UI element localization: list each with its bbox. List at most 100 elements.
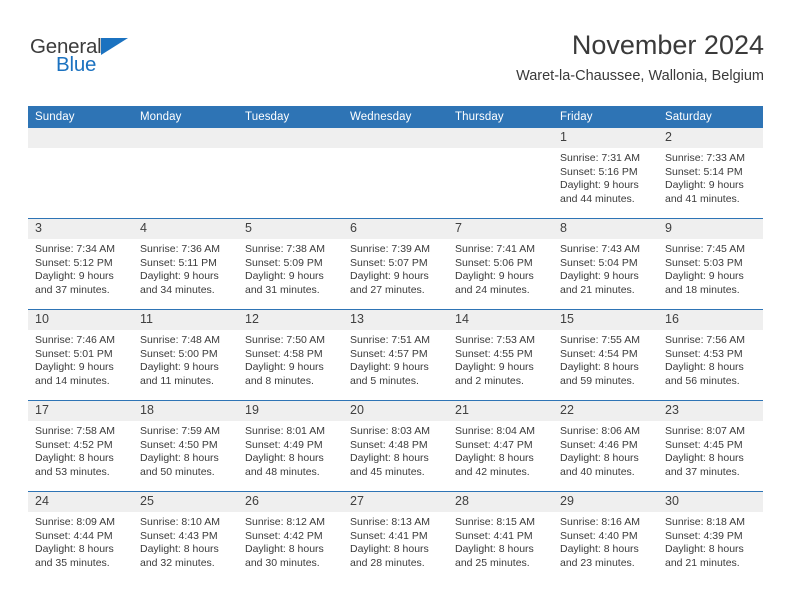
sunset-time: Sunset: 4:52 PM (35, 438, 113, 451)
daylight-duration-line1: Daylight: 8 hours (350, 452, 429, 464)
calendar-day-cell[interactable]: 4 Sunrise: 7:36 AM Sunset: 5:11 PM Daylight… (133, 218, 238, 310)
calendar-day-cell-empty (343, 128, 448, 219)
day-details: Sunrise: 8:12 AM Sunset: 4:42 PM Daylight:… (238, 512, 343, 570)
day-details: Sunrise: 7:53 AM Sunset: 4:55 PM Daylight:… (448, 330, 553, 388)
daylight-duration-line1: Daylight: 8 hours (455, 452, 534, 464)
sunrise-time: Sunrise: 7:45 AM (665, 243, 745, 255)
sunset-time: Sunset: 4:45 PM (665, 438, 743, 451)
sunset-time: Sunset: 5:03 PM (665, 256, 743, 269)
calendar-day-cell[interactable]: 1 Sunrise: 7:31 AM Sunset: 5:16 PM Daylight… (553, 128, 658, 219)
day-details: Sunrise: 8:01 AM Sunset: 4:49 PM Daylight:… (238, 421, 343, 479)
calendar-day-cell[interactable]: 22 Sunrise: 8:06 AM Sunset: 4:46 PM Dayligh… (553, 400, 658, 492)
sunset-time: Sunset: 4:44 PM (35, 529, 113, 542)
daylight-duration-line1: Daylight: 8 hours (665, 361, 744, 373)
day-number: 29 (553, 492, 658, 512)
day-details: Sunrise: 8:03 AM Sunset: 4:48 PM Daylight:… (343, 421, 448, 479)
calendar-day-cell[interactable]: 9 Sunrise: 7:45 AM Sunset: 5:03 PM Daylight… (658, 218, 763, 310)
weekday-header-wednesday: Wednesday (343, 106, 448, 128)
sunset-time: Sunset: 4:40 PM (560, 529, 638, 542)
calendar-day-cell[interactable]: 15 Sunrise: 7:55 AM Sunset: 4:54 PM Dayligh… (553, 309, 658, 401)
calendar-day-cell[interactable]: 26 Sunrise: 8:12 AM Sunset: 4:42 PM Dayligh… (238, 491, 343, 582)
sunrise-time: Sunrise: 8:12 AM (245, 516, 325, 528)
daylight-duration-line2: and 53 minutes. (35, 465, 110, 478)
calendar-day-cell[interactable]: 21 Sunrise: 8:04 AM Sunset: 4:47 PM Dayligh… (448, 400, 553, 492)
calendar-day-cell[interactable]: 17 Sunrise: 7:58 AM Sunset: 4:52 PM Dayligh… (28, 400, 133, 492)
sunset-time: Sunset: 4:39 PM (665, 529, 743, 542)
sunset-time: Sunset: 5:12 PM (35, 256, 113, 269)
sunrise-time: Sunrise: 7:33 AM (665, 152, 745, 164)
calendar-week-row: 3 Sunrise: 7:34 AM Sunset: 5:12 PM Daylight… (28, 218, 763, 310)
daylight-duration-line2: and 59 minutes. (560, 374, 635, 387)
calendar-day-cell[interactable]: 16 Sunrise: 7:56 AM Sunset: 4:53 PM Dayligh… (658, 309, 763, 401)
sunrise-time: Sunrise: 7:38 AM (245, 243, 325, 255)
sunset-time: Sunset: 4:43 PM (140, 529, 218, 542)
calendar-day-cell[interactable]: 10 Sunrise: 7:46 AM Sunset: 5:01 PM Dayligh… (28, 309, 133, 401)
calendar-day-cell[interactable]: 24 Sunrise: 8:09 AM Sunset: 4:44 PM Dayligh… (28, 491, 133, 582)
day-number: 21 (448, 401, 553, 421)
calendar-day-cell-empty (238, 128, 343, 219)
sunrise-time: Sunrise: 8:16 AM (560, 516, 640, 528)
day-number: 16 (658, 310, 763, 330)
calendar-day-cell[interactable]: 12 Sunrise: 7:50 AM Sunset: 4:58 PM Dayligh… (238, 309, 343, 401)
sunrise-sunset-calendar: Sunday Monday Tuesday Wednesday Thursday… (28, 106, 763, 582)
daylight-duration-line2: and 28 minutes. (350, 556, 425, 569)
day-details: Sunrise: 8:04 AM Sunset: 4:47 PM Daylight:… (448, 421, 553, 479)
daylight-duration-line1: Daylight: 8 hours (560, 452, 639, 464)
day-number: 12 (238, 310, 343, 330)
calendar-day-cell[interactable]: 13 Sunrise: 7:51 AM Sunset: 4:57 PM Dayligh… (343, 309, 448, 401)
daylight-duration-line2: and 5 minutes. (350, 374, 419, 387)
sunset-time: Sunset: 4:41 PM (350, 529, 428, 542)
sunset-time: Sunset: 5:06 PM (455, 256, 533, 269)
calendar-day-cell[interactable]: 6 Sunrise: 7:39 AM Sunset: 5:07 PM Daylight… (343, 218, 448, 310)
day-number: 28 (448, 492, 553, 512)
calendar-day-cell[interactable]: 27 Sunrise: 8:13 AM Sunset: 4:41 PM Dayligh… (343, 491, 448, 582)
sunrise-time: Sunrise: 7:56 AM (665, 334, 745, 346)
calendar-day-cell[interactable]: 30 Sunrise: 8:18 AM Sunset: 4:39 PM Dayligh… (658, 491, 763, 582)
daylight-duration-line1: Daylight: 8 hours (665, 543, 744, 555)
page-subtitle-location: Waret-la-Chaussee, Wallonia, Belgium (516, 68, 764, 84)
day-number: 19 (238, 401, 343, 421)
calendar-day-cell[interactable]: 5 Sunrise: 7:38 AM Sunset: 5:09 PM Daylight… (238, 218, 343, 310)
sunset-time: Sunset: 4:46 PM (560, 438, 638, 451)
calendar-day-cell[interactable]: 18 Sunrise: 7:59 AM Sunset: 4:50 PM Dayligh… (133, 400, 238, 492)
daylight-duration-line1: Daylight: 9 hours (665, 270, 744, 282)
day-number: 8 (553, 219, 658, 239)
calendar-day-cell-empty (133, 128, 238, 219)
daylight-duration-line2: and 14 minutes. (35, 374, 110, 387)
calendar-day-cell[interactable]: 8 Sunrise: 7:43 AM Sunset: 5:04 PM Daylight… (553, 218, 658, 310)
calendar-day-cell[interactable]: 11 Sunrise: 7:48 AM Sunset: 5:00 PM Dayligh… (133, 309, 238, 401)
daylight-duration-line2: and 41 minutes. (665, 192, 740, 205)
weekday-header-sunday: Sunday (28, 106, 133, 128)
calendar-page: General Blue November 2024 Waret-la-Chau… (0, 0, 792, 612)
daylight-duration-line2: and 35 minutes. (35, 556, 110, 569)
calendar-day-cell[interactable]: 2 Sunrise: 7:33 AM Sunset: 5:14 PM Daylight… (658, 128, 763, 219)
calendar-day-cell[interactable]: 29 Sunrise: 8:16 AM Sunset: 4:40 PM Dayligh… (553, 491, 658, 582)
calendar-day-cell[interactable]: 14 Sunrise: 7:53 AM Sunset: 4:55 PM Dayligh… (448, 309, 553, 401)
calendar-day-cell[interactable]: 23 Sunrise: 8:07 AM Sunset: 4:45 PM Dayligh… (658, 400, 763, 492)
daylight-duration-line2: and 2 minutes. (455, 374, 524, 387)
day-details: Sunrise: 7:31 AM Sunset: 5:16 PM Daylight:… (553, 148, 658, 206)
calendar-day-cell[interactable]: 7 Sunrise: 7:41 AM Sunset: 5:06 PM Daylight… (448, 218, 553, 310)
daylight-duration-line2: and 31 minutes. (245, 283, 320, 296)
calendar-day-cell-empty (448, 128, 553, 219)
daylight-duration-line2: and 8 minutes. (245, 374, 314, 387)
sunrise-time: Sunrise: 7:46 AM (35, 334, 115, 346)
calendar-day-cell[interactable]: 3 Sunrise: 7:34 AM Sunset: 5:12 PM Daylight… (28, 218, 133, 310)
calendar-day-cell[interactable]: 28 Sunrise: 8:15 AM Sunset: 4:41 PM Dayligh… (448, 491, 553, 582)
day-number: 5 (238, 219, 343, 239)
daylight-duration-line1: Daylight: 8 hours (35, 543, 114, 555)
daylight-duration-line2: and 40 minutes. (560, 465, 635, 478)
sunrise-time: Sunrise: 7:58 AM (35, 425, 115, 437)
day-details: Sunrise: 8:16 AM Sunset: 4:40 PM Daylight:… (553, 512, 658, 570)
daylight-duration-line1: Daylight: 9 hours (35, 270, 114, 282)
daylight-duration-line2: and 23 minutes. (560, 556, 635, 569)
day-number: 11 (133, 310, 238, 330)
calendar-day-cell[interactable]: 25 Sunrise: 8:10 AM Sunset: 4:43 PM Dayligh… (133, 491, 238, 582)
sunset-time: Sunset: 4:58 PM (245, 347, 323, 360)
calendar-day-cell[interactable]: 19 Sunrise: 8:01 AM Sunset: 4:49 PM Dayligh… (238, 400, 343, 492)
day-details: Sunrise: 8:10 AM Sunset: 4:43 PM Daylight:… (133, 512, 238, 570)
daylight-duration-line2: and 45 minutes. (350, 465, 425, 478)
daylight-duration-line2: and 37 minutes. (35, 283, 110, 296)
sunset-time: Sunset: 4:54 PM (560, 347, 638, 360)
calendar-day-cell[interactable]: 20 Sunrise: 8:03 AM Sunset: 4:48 PM Dayligh… (343, 400, 448, 492)
